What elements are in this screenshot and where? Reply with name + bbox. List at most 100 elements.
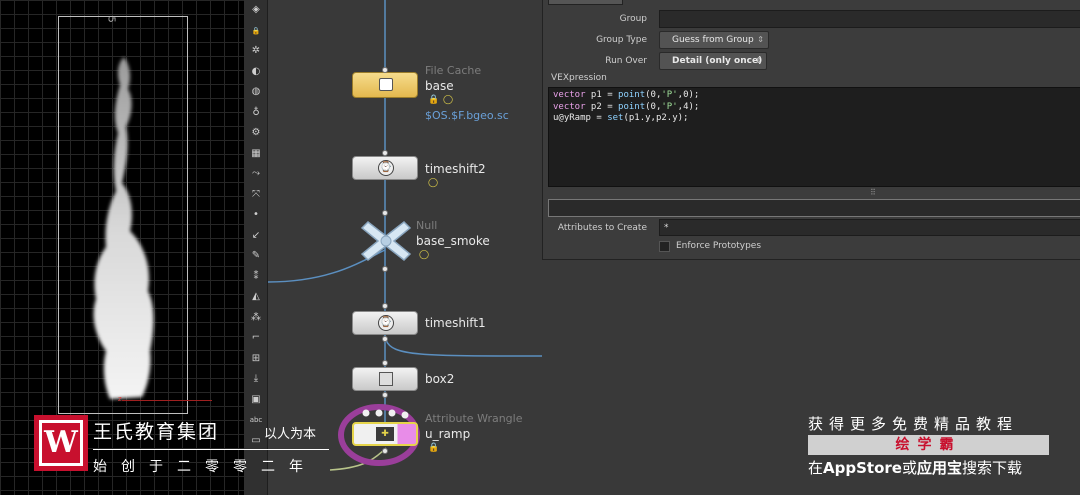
vector-icon[interactable]: ⤓: [248, 371, 264, 387]
attributes-to-create-label: Attributes to Create: [557, 223, 647, 233]
code-token: ,0);: [677, 90, 700, 100]
visibility-icon[interactable]: ◍: [248, 84, 264, 100]
group-type-menu[interactable]: Guess from Group ⇕: [659, 31, 769, 49]
code-token: p2 =: [585, 101, 619, 112]
z-axis-label: z: [118, 395, 122, 403]
code-token: p1 =: [585, 90, 619, 100]
box2-output-port[interactable]: [382, 392, 388, 398]
promo-text-3: 搜索下载: [961, 459, 1022, 477]
lock-icon[interactable]: 🔒: [248, 23, 264, 39]
timeshift-icon: ⌚: [378, 315, 394, 331]
corner-icon[interactable]: ⌐: [248, 330, 264, 346]
attributes-to-create-field[interactable]: *: [659, 219, 1080, 236]
code-token: vector: [553, 101, 586, 112]
grid-icon[interactable]: ⊞: [248, 351, 264, 367]
promo-text-1: 在: [808, 459, 824, 477]
code-token: 'P': [661, 90, 678, 100]
menu-arrows-icon: ⇕: [755, 56, 762, 65]
promo-yingyongbao: 应用宝: [916, 459, 962, 477]
pencil-icon[interactable]: ✎: [248, 248, 264, 264]
promo-download-text: 在AppStore或应用宝搜索下载: [808, 457, 1022, 478]
vexpression-toolbar[interactable]: [548, 199, 1080, 217]
light-icon[interactable]: ♁: [248, 105, 264, 121]
snap-icon[interactable]: ✲: [248, 43, 264, 59]
display-toolbar: ◈ 🔒 ✲ ◐ ◍ ♁ ⚙ ▦ ⤳ ⤧ • ↙ ✎ ⁑ ◭ ⁂ ⌐ ⊞ ⤓ ▣ abc ▭: [244, 0, 268, 495]
promo-headline: 获得更多免费精品教程: [808, 415, 1019, 433]
wrangle-output-port[interactable]: [382, 448, 388, 454]
brand-divider: [93, 449, 329, 450]
code-token: point: [618, 90, 646, 100]
timeshift1-name[interactable]: timeshift1: [425, 316, 486, 330]
parameter-panel: Group Group Type Guess from Group ⇕ Run …: [542, 0, 1080, 260]
box2-name[interactable]: box2: [425, 372, 454, 386]
company-slogan: 始创于二零零二年: [93, 459, 317, 475]
shading-icon[interactable]: ▦: [248, 146, 264, 162]
box2-node[interactable]: [352, 367, 418, 391]
timeshift2-name[interactable]: timeshift2: [425, 162, 486, 176]
file-cache-display-flag-icon: ◯: [443, 95, 454, 105]
wrangle-lock-icon: 🔒: [428, 443, 440, 453]
point-icon[interactable]: •: [248, 207, 264, 223]
file-cache-path: $OS.$F.bgeo.sc: [425, 109, 509, 122]
file-cache-icon: [379, 78, 393, 91]
timeshift1-output-port[interactable]: [382, 336, 388, 342]
promo-app-name: 绘学霸: [808, 435, 1049, 455]
group-type-label: Group Type: [596, 35, 647, 45]
vexpression-editor[interactable]: vector p1 = point(0,'P',0); vector p2 = p…: [548, 87, 1080, 187]
null-input-port[interactable]: [382, 210, 388, 216]
timeshift1-node[interactable]: ⌚: [352, 311, 418, 335]
code-token: (0,: [645, 101, 662, 112]
promo-appstore: AppStore: [823, 459, 902, 477]
box2-input-port[interactable]: [382, 360, 388, 366]
x-axis-line: [122, 400, 212, 401]
timeshift-icon: ⌚: [378, 160, 394, 176]
timeshift2-node[interactable]: ⌚: [352, 156, 418, 180]
camera-icon[interactable]: ⚙: [248, 125, 264, 141]
abc-icon[interactable]: abc: [248, 412, 264, 428]
wrangle-type: Attribute Wrangle: [425, 412, 523, 425]
smoke-volume: [93, 57, 154, 399]
company-name: 王氏教育集团: [93, 421, 220, 443]
timeshift1-input-port[interactable]: [382, 303, 388, 309]
prim-icon[interactable]: ◭: [248, 289, 264, 305]
file-cache-node[interactable]: [352, 72, 418, 98]
code-token: u@yRamp =: [553, 113, 608, 123]
code-token: (p1.y,p2.y);: [623, 113, 689, 123]
null-type: Null: [416, 219, 438, 232]
group-field[interactable]: [659, 10, 1080, 28]
file-cache-input-port[interactable]: [382, 67, 388, 73]
run-over-menu[interactable]: Detail (only once) ⇕: [659, 52, 767, 70]
wrangle-name[interactable]: u_ramp: [425, 427, 470, 441]
vexpression-label: VEXpression: [551, 73, 607, 83]
prim-number-icon[interactable]: ⁂: [248, 310, 264, 326]
cube-icon[interactable]: ▣: [248, 392, 264, 408]
file-cache-name[interactable]: base: [425, 79, 454, 93]
resize-grip-icon[interactable]: ⠿: [870, 188, 876, 197]
select-icon[interactable]: ◈: [248, 2, 264, 18]
enforce-prototypes-checkbox[interactable]: [659, 241, 670, 252]
run-over-label: Run Over: [605, 56, 647, 66]
ghost-icon[interactable]: ◐: [248, 64, 264, 80]
point-number-icon[interactable]: ⁑: [248, 269, 264, 285]
timeshift2-flag-icon: ◯: [428, 178, 439, 188]
normal-icon[interactable]: ↙: [248, 228, 264, 244]
handle-icon[interactable]: ⤳: [248, 166, 264, 182]
code-token: 'P': [661, 101, 678, 112]
transform-icon[interactable]: ⤧: [248, 187, 264, 203]
null-output-port[interactable]: [382, 266, 388, 272]
attribute-wrangle-node[interactable]: ✚: [352, 422, 418, 446]
code-line: vector p2 = point(0,'P',4);: [553, 102, 1076, 114]
parameter-tab[interactable]: [548, 0, 623, 5]
enforce-prototypes-label: Enforce Prototypes: [676, 241, 762, 251]
code-token: set: [607, 113, 624, 123]
code-token: point: [618, 101, 646, 112]
code-token: vector: [553, 90, 586, 100]
code-token: ,4);: [677, 101, 700, 112]
null-node[interactable]: [360, 218, 412, 264]
null-name[interactable]: base_smoke: [416, 234, 490, 248]
code-line: vector p1 = point(0,'P',0);: [553, 90, 1076, 102]
file-cache-lock-icon: 🔒: [428, 95, 440, 105]
code-token: (0,: [645, 90, 662, 100]
frame-icon[interactable]: ▭: [248, 433, 264, 449]
logo-letter: W: [39, 420, 83, 466]
